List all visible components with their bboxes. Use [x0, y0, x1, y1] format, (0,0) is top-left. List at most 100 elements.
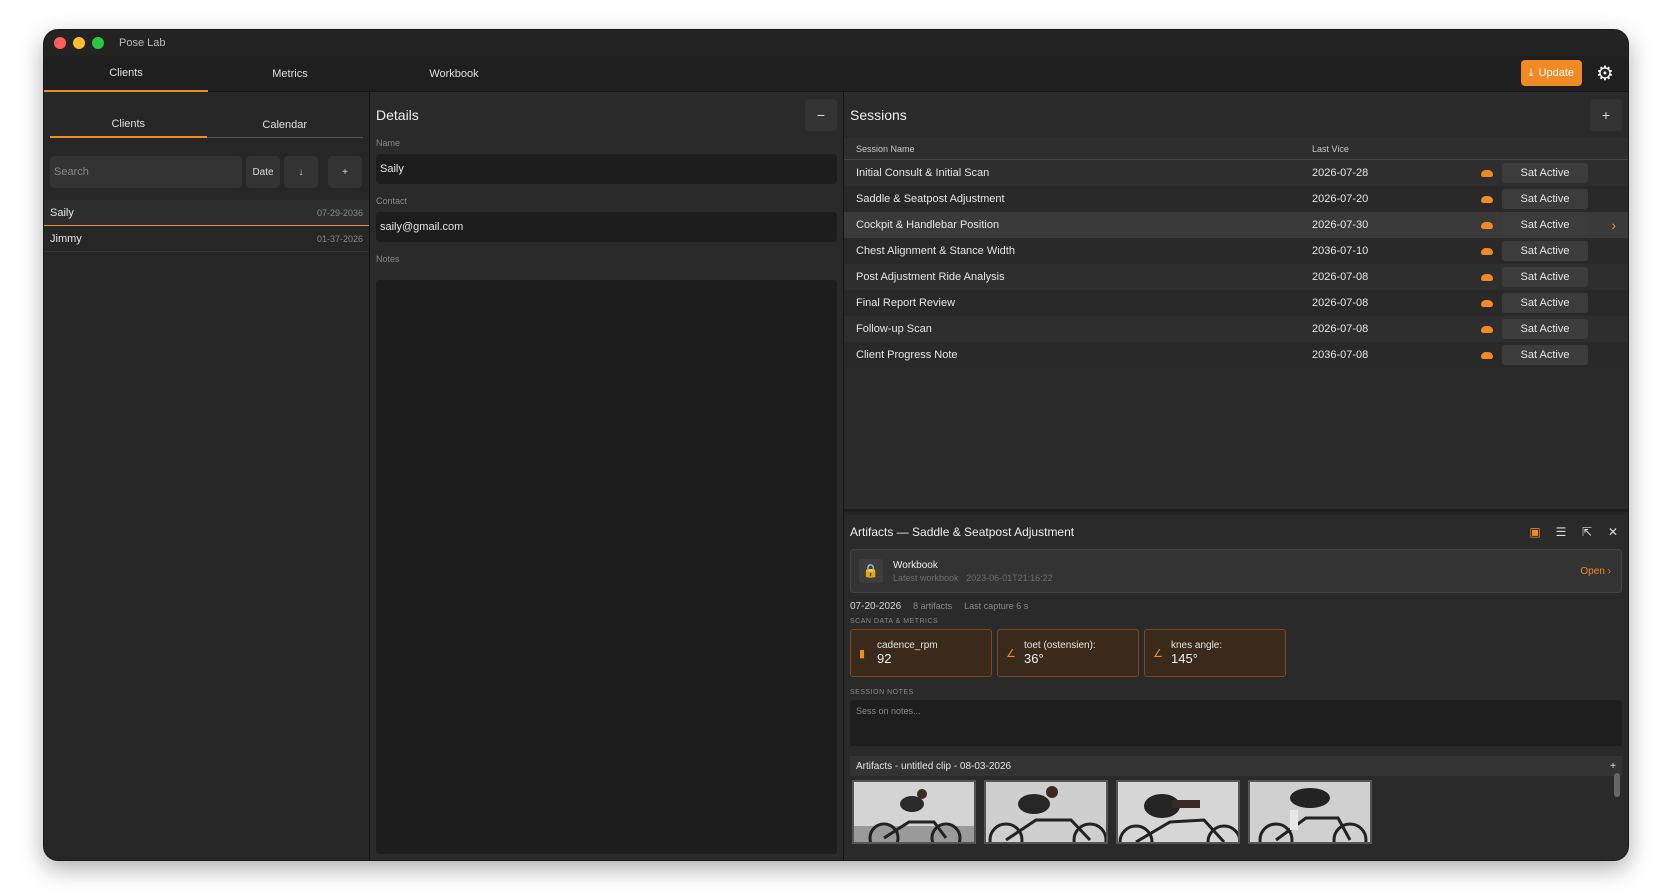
minimize-window-button[interactable]	[73, 37, 85, 49]
notes-label: Notes	[376, 254, 400, 264]
top-navigation: Clients Metrics Workbook ⤓ Update ⚙	[44, 56, 1628, 92]
status-button[interactable]: Sat Active	[1502, 189, 1588, 209]
app-title: Pose Lab	[119, 37, 166, 49]
session-name: Post Adjustment Ride Analysis	[856, 271, 1005, 283]
session-date: 2026-07-08	[1312, 271, 1369, 283]
search-input[interactable]: Search	[50, 156, 242, 188]
add-client-button[interactable]: +	[328, 156, 362, 188]
column-session-name[interactable]: Session Name	[844, 144, 1304, 154]
cloud-icon	[1472, 221, 1502, 229]
expand-icon[interactable]: +	[1610, 761, 1616, 772]
artifact-date: 07-20-2026	[850, 601, 902, 612]
workbook-title: Workbook	[893, 559, 938, 571]
status-button[interactable]: Sat Active	[1502, 241, 1588, 261]
status-button[interactable]: Sat Active	[1502, 345, 1588, 365]
clip-header[interactable]: Artifacts - untitled clip - 08-03-2026 +	[850, 756, 1622, 776]
details-panel: Details − Name Saily Contact saily@gmail…	[370, 92, 844, 860]
notes-textarea[interactable]	[376, 280, 837, 854]
notes-section-label: SESSION NOTES	[850, 689, 914, 696]
add-session-button[interactable]: +	[1590, 99, 1622, 131]
session-notes-input[interactable]: Sess on notes...	[850, 700, 1622, 746]
client-row[interactable]: Saily 07-29-2036	[44, 200, 369, 226]
sort-date-button[interactable]: Date	[246, 156, 280, 188]
gear-icon[interactable]: ⚙	[1594, 62, 1616, 85]
status-button[interactable]: Sat Active	[1502, 215, 1588, 235]
client-row[interactable]: Jimmy 01-37-2026	[44, 226, 369, 252]
sessions-column: Sessions + Session Name Last Vice Initia…	[844, 92, 1628, 860]
cloud-icon	[1472, 247, 1502, 255]
artifacts-title: Artifacts — Saddle & Seatpost Adjustment	[850, 525, 1075, 539]
sessions-panel: Sessions + Session Name Last Vice Initia…	[844, 92, 1628, 512]
collapse-details-button[interactable]: −	[805, 99, 837, 131]
clip-thumbnail[interactable]	[1116, 780, 1240, 844]
table-row[interactable]: Post Adjustment Ride Analysis 2026-07-08 S…	[844, 264, 1628, 290]
zoom-window-button[interactable]	[92, 37, 104, 49]
session-date: 2026-07-30	[1312, 219, 1369, 231]
name-field[interactable]: Saily	[376, 154, 837, 184]
close-window-button[interactable]	[54, 37, 66, 49]
tab-clients[interactable]: Clients	[44, 56, 208, 92]
chevron-right-icon[interactable]: ›	[1611, 217, 1616, 233]
table-row[interactable]: Chest Alignment & Stance Width 2036-07-10…	[844, 238, 1628, 264]
cyclist-image	[854, 782, 974, 842]
cyclist-image	[986, 782, 1106, 842]
tab-workbook[interactable]: Workbook	[372, 56, 536, 92]
status-button[interactable]: Sat Active	[1502, 163, 1588, 183]
metric-card[interactable]: ∠ knes angle: 145°	[1144, 629, 1286, 677]
contact-field[interactable]: saily@gmail.com	[376, 212, 837, 242]
cloud-icon	[1472, 299, 1502, 307]
metric-card[interactable]: ∠ toet (ostensien): 36°	[997, 629, 1139, 677]
update-button[interactable]: ⤓ Update	[1520, 60, 1582, 86]
workbook-card[interactable]: 🔒 Workbook Latest workbook 2023-06-01T21…	[850, 549, 1622, 593]
sort-direction-icon[interactable]: ↓	[284, 156, 318, 188]
table-row[interactable]: Initial Consult & Initial Scan 2026-07-28…	[844, 160, 1628, 186]
open-workbook-link[interactable]: Open ›	[1580, 566, 1611, 577]
metrics-section-label: SCAN DATA & METRICS	[850, 618, 939, 625]
sessions-title: Sessions	[850, 107, 907, 123]
table-row[interactable]: Client Progress Note 2036-07-08 Sat Active	[844, 342, 1628, 368]
table-row[interactable]: Saddle & Seatpost Adjustment 2026-07-20 Sa…	[844, 186, 1628, 212]
tab-metrics[interactable]: Metrics	[208, 56, 372, 92]
table-row[interactable]: Follow-up Scan 2026-07-08 Sat Active	[844, 316, 1628, 342]
metric-card[interactable]: ▮ cadence_rpm 92	[850, 629, 992, 677]
status-button[interactable]: Sat Active	[1502, 293, 1588, 313]
table-row[interactable]: Cockpit & Handlebar Position 2026-07-30 Sa…	[844, 212, 1628, 238]
contact-label: Contact	[376, 196, 408, 206]
status-button[interactable]: Sat Active	[1502, 319, 1588, 339]
client-date: 01-37-2026	[316, 233, 363, 244]
clip-thumbnail[interactable]	[1248, 780, 1372, 844]
clip-scrollbar[interactable]	[1614, 773, 1620, 797]
artifacts-panel: Artifacts — Saddle & Seatpost Adjustment…	[844, 515, 1628, 860]
clip-thumbnail[interactable]	[984, 780, 1108, 844]
session-date: 2026-07-28	[1312, 167, 1369, 179]
status-button[interactable]: Sat Active	[1502, 267, 1588, 287]
title-bar: Pose Lab	[44, 30, 1628, 56]
session-name: Cockpit & Handlebar Position	[856, 219, 1000, 231]
clip-title: Artifacts - untitled clip - 08-03-2026	[856, 760, 1012, 772]
sidebar-tabs: Clients Calendar	[50, 112, 363, 138]
download-icon: ⤓	[1528, 66, 1534, 79]
metric-label: knes angle:	[1171, 640, 1223, 651]
export-icon[interactable]: ⇱	[1578, 523, 1596, 541]
client-name: Saily	[50, 206, 74, 219]
session-name: Client Progress Note	[856, 349, 958, 361]
thumbnail-strip	[852, 780, 1628, 844]
clients-sidebar: Clients Calendar Search Date ↓ + Saily 0…	[44, 92, 370, 860]
subtab-clients[interactable]: Clients	[50, 112, 207, 138]
list-view-icon[interactable]: ☰	[1552, 523, 1570, 541]
column-last-vice[interactable]: Last Vice	[1304, 144, 1472, 154]
session-date: 2036-07-10	[1312, 245, 1369, 257]
sessions-table-body: Initial Consult & Initial Scan 2026-07-28…	[844, 160, 1628, 368]
table-row[interactable]: Final Report Review 2026-07-08 Sat Active	[844, 290, 1628, 316]
workbook-subtitle: Latest workbook	[893, 572, 959, 583]
subtab-calendar[interactable]: Calendar	[206, 112, 363, 138]
close-icon[interactable]: ✕	[1604, 523, 1622, 541]
image-view-icon[interactable]: ▣	[1526, 523, 1544, 541]
clip-thumbnail[interactable]	[852, 780, 976, 844]
metrics-row: ▮ cadence_rpm 92 ∠ toet (ostensien): 36°	[850, 629, 1622, 677]
metric-value: 145°	[1171, 651, 1198, 666]
name-label: Name	[376, 138, 401, 148]
app-window: Pose Lab Clients Metrics Workbook ⤓ Upda…	[44, 30, 1628, 860]
cyclist-image	[1250, 782, 1370, 842]
details-title: Details	[376, 107, 419, 123]
